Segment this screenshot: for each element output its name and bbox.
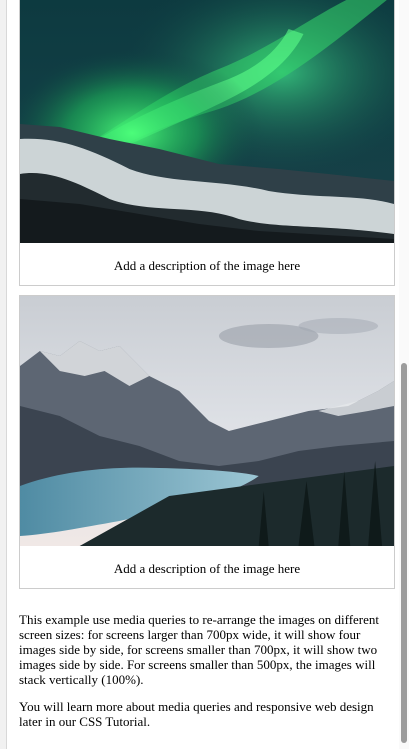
image-description: Add a description of the image here — [113, 258, 301, 273]
paragraph-media-queries: This example use media queries to re-arr… — [19, 612, 380, 687]
aurora-image[interactable] — [20, 0, 394, 243]
gallery-item: Add a description of the image here — [19, 0, 395, 286]
gallery-item: Add a description of the image here — [19, 295, 395, 589]
scrollbar-thumb[interactable] — [401, 363, 407, 743]
image-description: Add a description of the image here — [113, 561, 301, 576]
page-edge — [0, 0, 7, 749]
paragraph-tutorial-note: You will learn more about media queries … — [19, 699, 374, 729]
mountain-lake-image[interactable] — [20, 296, 394, 546]
